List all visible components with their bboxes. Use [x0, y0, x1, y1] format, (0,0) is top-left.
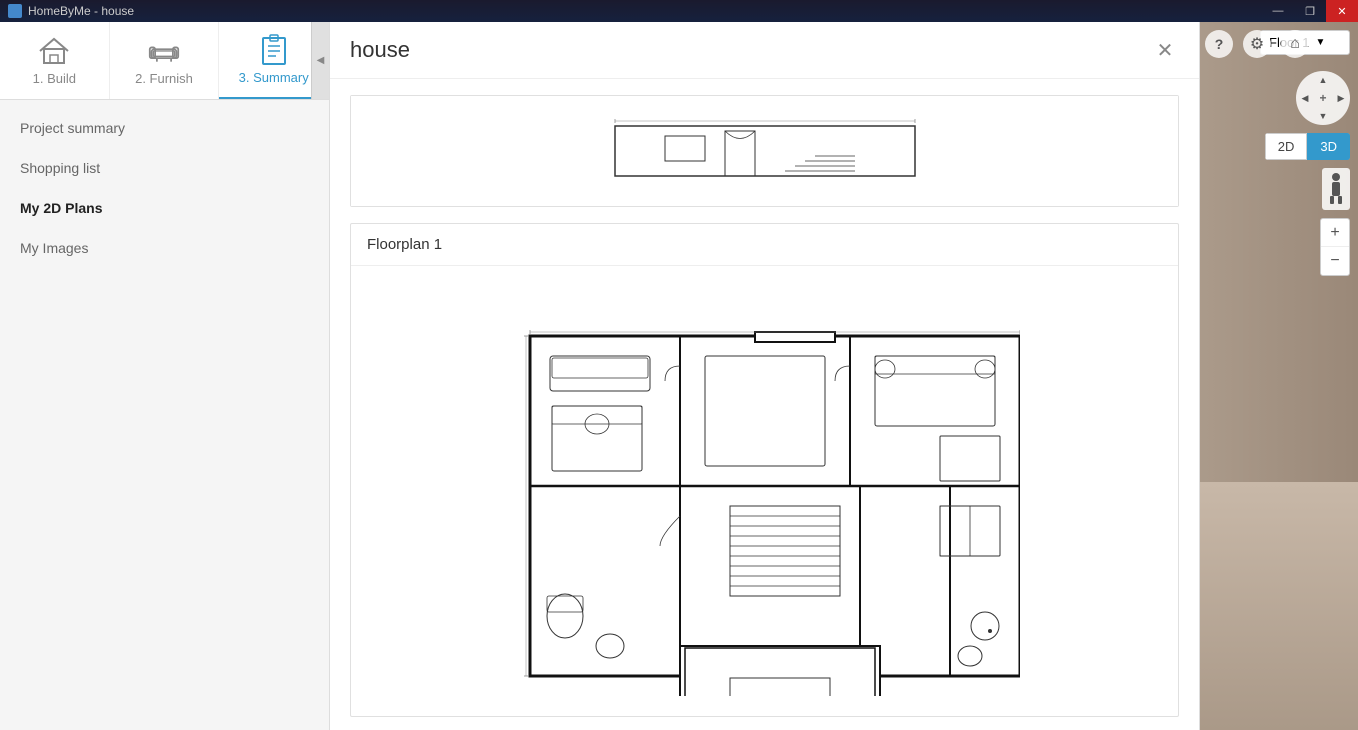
floorplan-title: Floorplan 1: [367, 236, 442, 253]
nav-empty-tl: [1296, 71, 1314, 89]
elevation-preview-svg: [515, 116, 1015, 186]
sidebar-collapse-button[interactable]: ◀: [311, 22, 329, 99]
view-toggle: 2D 3D: [1265, 133, 1350, 160]
floorplan-svg: [510, 286, 1020, 696]
collapse-icon: ◀: [317, 55, 325, 66]
nav-down-arrow[interactable]: ▼: [1314, 107, 1332, 125]
floorplan-body: [351, 266, 1178, 716]
zoom-controls: + −: [1320, 218, 1350, 276]
view-2d-button[interactable]: 2D: [1265, 133, 1308, 160]
sidebar-item-shopping-list[interactable]: Shopping list: [0, 148, 329, 188]
toolbar-tabs: 1. Build 2. Furnish: [0, 22, 329, 100]
summary-icon: [258, 34, 290, 66]
right-panel-controls: Floor 1 ▼ ▲ ◀ + ▶: [1260, 30, 1350, 276]
top-preview-content: [351, 96, 1178, 206]
header-action-icons: ? ⚙ ⌂: [1205, 30, 1309, 58]
person-icon-svg: [1326, 172, 1346, 206]
floor-selector-chevron: ▼: [1315, 37, 1325, 48]
main-content: Floor 1 ▼ ▲ ◀ + ▶: [330, 22, 1358, 730]
nav-center[interactable]: +: [1314, 89, 1332, 107]
tab-build-label: 1. Build: [33, 71, 76, 86]
floorplan-header: Floorplan 1: [351, 224, 1178, 266]
zoom-in-button[interactable]: +: [1321, 219, 1349, 247]
app-layout: 1. Build 2. Furnish: [0, 22, 1358, 730]
nav-empty-bl: [1296, 107, 1314, 125]
sidebar-item-my-2d-plans[interactable]: My 2D Plans: [0, 188, 329, 228]
modal-body[interactable]: Floorplan 1: [330, 79, 1199, 730]
minimize-button[interactable]: —: [1262, 0, 1294, 22]
nav-pad[interactable]: ▲ ◀ + ▶ ▼: [1296, 71, 1350, 125]
view-3d-button[interactable]: 3D: [1307, 133, 1350, 160]
nav-pad-inner: ▲ ◀ + ▶ ▼: [1296, 71, 1350, 125]
nav-left-arrow[interactable]: ◀: [1296, 89, 1314, 107]
modal-header: house ✕: [330, 22, 1199, 79]
window-controls: — ❐ ✕: [1262, 0, 1358, 22]
person-view-button[interactable]: [1322, 168, 1350, 210]
modal-close-button[interactable]: ✕: [1151, 36, 1179, 64]
settings-button[interactable]: ⚙: [1243, 30, 1271, 58]
app-icon: [8, 4, 22, 18]
top-preview-card: [350, 95, 1179, 207]
sidebar-nav: Project summary Shopping list My 2D Plan…: [0, 100, 329, 276]
zoom-out-button[interactable]: −: [1321, 247, 1349, 275]
sidebar-item-project-summary[interactable]: Project summary: [0, 108, 329, 148]
build-icon: [38, 35, 70, 67]
tab-furnish-label: 2. Furnish: [135, 71, 193, 86]
nav-up-arrow[interactable]: ▲: [1314, 71, 1332, 89]
close-button[interactable]: ✕: [1326, 0, 1358, 22]
nav-empty-tr: [1332, 71, 1350, 89]
modal-title: house: [350, 37, 410, 63]
nav-right-arrow[interactable]: ▶: [1332, 89, 1350, 107]
maximize-button[interactable]: ❐: [1294, 0, 1326, 22]
tab-summary-label: 3. Summary: [239, 70, 309, 85]
furnish-icon: [148, 35, 180, 67]
home-button[interactable]: ⌂: [1281, 30, 1309, 58]
sidebar-item-my-images[interactable]: My Images: [0, 228, 329, 268]
titlebar: HomeByMe - house — ❐ ✕: [0, 0, 1358, 22]
nav-empty-br: [1332, 107, 1350, 125]
titlebar-text: HomeByMe - house: [28, 4, 134, 18]
help-button[interactable]: ?: [1205, 30, 1233, 58]
sidebar: 1. Build 2. Furnish: [0, 22, 330, 730]
modal-panel: house ✕: [330, 22, 1200, 730]
tab-furnish[interactable]: 2. Furnish: [110, 22, 220, 99]
floorplan-section: Floorplan 1: [350, 223, 1179, 717]
tab-build[interactable]: 1. Build: [0, 22, 110, 99]
